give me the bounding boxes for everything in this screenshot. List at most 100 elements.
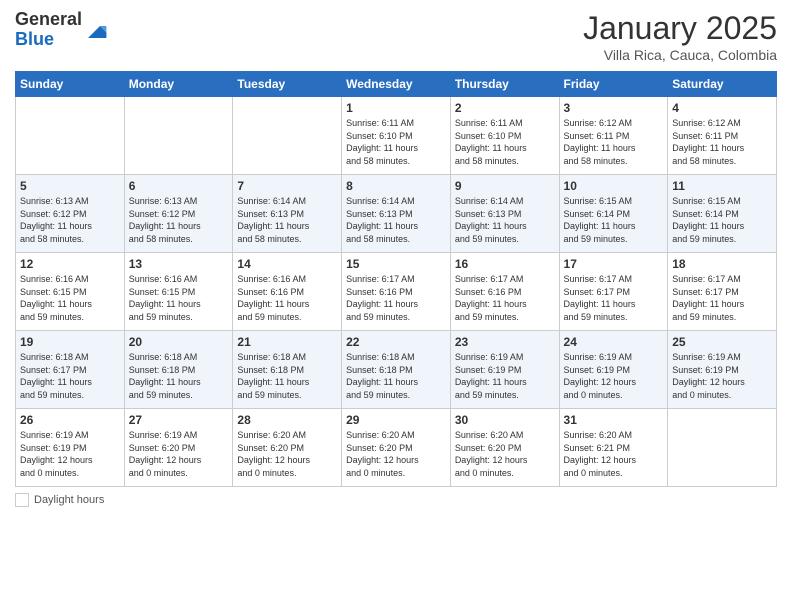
day-info: Sunrise: 6:19 AM Sunset: 6:19 PM Dayligh… xyxy=(672,351,772,401)
day-info: Sunrise: 6:14 AM Sunset: 6:13 PM Dayligh… xyxy=(346,195,446,245)
day-cell: 15Sunrise: 6:17 AM Sunset: 6:16 PM Dayli… xyxy=(342,253,451,331)
day-cell: 30 Sunrise: 6:20 AM Sunset: 6:20 PM Dayli… xyxy=(450,409,559,487)
footer: Daylight hours xyxy=(15,493,777,507)
calendar-table: SundayMondayTuesdayWednesdayThursdayFrid… xyxy=(15,71,777,487)
header-cell-friday: Friday xyxy=(559,72,668,97)
logo: General Blue xyxy=(15,10,108,50)
day-cell: 22Sunrise: 6:18 AM Sunset: 6:18 PM Dayli… xyxy=(342,331,451,409)
day-cell: 8 Sunrise: 6:14 AM Sunset: 6:13 PM Daylig… xyxy=(342,175,451,253)
logo-blue-text: Blue xyxy=(15,29,54,49)
day-info: Sunrise: 6:11 AM Sunset: 6:10 PM Dayligh… xyxy=(346,117,446,167)
day-cell xyxy=(16,97,125,175)
week-row-2: 5 Sunrise: 6:13 AM Sunset: 6:12 PM Daylig… xyxy=(16,175,777,253)
day-cell: 13 Sunrise: 6:16 AM Sunset: 6:15 PM Dayli… xyxy=(124,253,233,331)
day-number: 31 xyxy=(564,413,664,427)
day-number: 14 xyxy=(237,257,337,271)
week-row-5: 26Sunrise: 6:19 AM Sunset: 6:19 PM Dayli… xyxy=(16,409,777,487)
day-cell xyxy=(233,97,342,175)
header-cell-monday: Monday xyxy=(124,72,233,97)
day-cell xyxy=(124,97,233,175)
day-info: Sunrise: 6:15 AM Sunset: 6:14 PM Dayligh… xyxy=(564,195,664,245)
day-info: Sunrise: 6:20 AM Sunset: 6:20 PM Dayligh… xyxy=(346,429,446,479)
day-number: 13 xyxy=(129,257,229,271)
day-cell: 31 Sunrise: 6:20 AM Sunset: 6:21 PM Dayli… xyxy=(559,409,668,487)
day-number: 19 xyxy=(20,335,120,349)
day-number: 11 xyxy=(672,179,772,193)
day-info: Sunrise: 6:15 AM Sunset: 6:14 PM Dayligh… xyxy=(672,195,772,245)
day-info: Sunrise: 6:20 AM Sunset: 6:20 PM Dayligh… xyxy=(237,429,337,479)
day-cell: 12Sunrise: 6:16 AM Sunset: 6:15 PM Dayli… xyxy=(16,253,125,331)
day-number: 20 xyxy=(129,335,229,349)
day-cell: 18Sunrise: 6:17 AM Sunset: 6:17 PM Dayli… xyxy=(668,253,777,331)
day-number: 10 xyxy=(564,179,664,193)
day-number: 2 xyxy=(455,101,555,115)
day-info: Sunrise: 6:14 AM Sunset: 6:13 PM Dayligh… xyxy=(455,195,555,245)
day-number: 6 xyxy=(129,179,229,193)
day-cell: 3 Sunrise: 6:12 AM Sunset: 6:11 PM Daylig… xyxy=(559,97,668,175)
day-cell: 1 Sunrise: 6:11 AM Sunset: 6:10 PM Daylig… xyxy=(342,97,451,175)
day-info: Sunrise: 6:16 AM Sunset: 6:15 PM Dayligh… xyxy=(129,273,229,323)
day-number: 7 xyxy=(237,179,337,193)
day-number: 24 xyxy=(564,335,664,349)
day-cell: 20 Sunrise: 6:18 AM Sunset: 6:18 PM Dayli… xyxy=(124,331,233,409)
day-info: Sunrise: 6:17 AM Sunset: 6:17 PM Dayligh… xyxy=(564,273,664,323)
daylight-box xyxy=(15,493,29,507)
day-info: Sunrise: 6:18 AM Sunset: 6:17 PM Dayligh… xyxy=(20,351,120,401)
day-info: Sunrise: 6:13 AM Sunset: 6:12 PM Dayligh… xyxy=(129,195,229,245)
day-info: Sunrise: 6:19 AM Sunset: 6:19 PM Dayligh… xyxy=(455,351,555,401)
location: Villa Rica, Cauca, Colombia xyxy=(583,47,777,63)
day-number: 28 xyxy=(237,413,337,427)
day-number: 30 xyxy=(455,413,555,427)
day-cell: 26Sunrise: 6:19 AM Sunset: 6:19 PM Dayli… xyxy=(16,409,125,487)
day-number: 5 xyxy=(20,179,120,193)
header-row: SundayMondayTuesdayWednesdayThursdayFrid… xyxy=(16,72,777,97)
day-info: Sunrise: 6:18 AM Sunset: 6:18 PM Dayligh… xyxy=(129,351,229,401)
day-number: 25 xyxy=(672,335,772,349)
day-info: Sunrise: 6:18 AM Sunset: 6:18 PM Dayligh… xyxy=(346,351,446,401)
week-row-3: 12Sunrise: 6:16 AM Sunset: 6:15 PM Dayli… xyxy=(16,253,777,331)
day-cell: 21 Sunrise: 6:18 AM Sunset: 6:18 PM Dayli… xyxy=(233,331,342,409)
day-info: Sunrise: 6:20 AM Sunset: 6:20 PM Dayligh… xyxy=(455,429,555,479)
week-row-1: 1 Sunrise: 6:11 AM Sunset: 6:10 PM Daylig… xyxy=(16,97,777,175)
day-info: Sunrise: 6:17 AM Sunset: 6:17 PM Dayligh… xyxy=(672,273,772,323)
header-cell-wednesday: Wednesday xyxy=(342,72,451,97)
day-cell: 2Sunrise: 6:11 AM Sunset: 6:10 PM Daylig… xyxy=(450,97,559,175)
header: General Blue January 2025 Villa Rica, Ca… xyxy=(15,10,777,63)
week-row-4: 19 Sunrise: 6:18 AM Sunset: 6:17 PM Dayli… xyxy=(16,331,777,409)
day-number: 21 xyxy=(237,335,337,349)
day-info: Sunrise: 6:19 AM Sunset: 6:20 PM Dayligh… xyxy=(129,429,229,479)
day-number: 16 xyxy=(455,257,555,271)
day-cell: 9Sunrise: 6:14 AM Sunset: 6:13 PM Daylig… xyxy=(450,175,559,253)
day-info: Sunrise: 6:19 AM Sunset: 6:19 PM Dayligh… xyxy=(20,429,120,479)
day-info: Sunrise: 6:16 AM Sunset: 6:15 PM Dayligh… xyxy=(20,273,120,323)
day-info: Sunrise: 6:12 AM Sunset: 6:11 PM Dayligh… xyxy=(564,117,664,167)
day-cell: 25 Sunrise: 6:19 AM Sunset: 6:19 PM Dayli… xyxy=(668,331,777,409)
day-number: 23 xyxy=(455,335,555,349)
day-info: Sunrise: 6:17 AM Sunset: 6:16 PM Dayligh… xyxy=(346,273,446,323)
day-number: 8 xyxy=(346,179,446,193)
day-cell: 4Sunrise: 6:12 AM Sunset: 6:11 PM Daylig… xyxy=(668,97,777,175)
day-info: Sunrise: 6:19 AM Sunset: 6:19 PM Dayligh… xyxy=(564,351,664,401)
logo-general-text: General xyxy=(15,9,82,29)
daylight-label: Daylight hours xyxy=(34,494,104,506)
day-info: Sunrise: 6:12 AM Sunset: 6:11 PM Dayligh… xyxy=(672,117,772,167)
day-cell: 5 Sunrise: 6:13 AM Sunset: 6:12 PM Daylig… xyxy=(16,175,125,253)
day-info: Sunrise: 6:20 AM Sunset: 6:21 PM Dayligh… xyxy=(564,429,664,479)
day-cell: 7 Sunrise: 6:14 AM Sunset: 6:13 PM Daylig… xyxy=(233,175,342,253)
day-cell: 11 Sunrise: 6:15 AM Sunset: 6:14 PM Dayli… xyxy=(668,175,777,253)
day-info: Sunrise: 6:14 AM Sunset: 6:13 PM Dayligh… xyxy=(237,195,337,245)
title-block: January 2025 Villa Rica, Cauca, Colombia xyxy=(583,10,777,63)
day-cell: 6 Sunrise: 6:13 AM Sunset: 6:12 PM Daylig… xyxy=(124,175,233,253)
day-cell: 27Sunrise: 6:19 AM Sunset: 6:20 PM Dayli… xyxy=(124,409,233,487)
day-info: Sunrise: 6:13 AM Sunset: 6:12 PM Dayligh… xyxy=(20,195,120,245)
day-cell: 29Sunrise: 6:20 AM Sunset: 6:20 PM Dayli… xyxy=(342,409,451,487)
day-number: 17 xyxy=(564,257,664,271)
day-info: Sunrise: 6:18 AM Sunset: 6:18 PM Dayligh… xyxy=(237,351,337,401)
day-cell: 17 Sunrise: 6:17 AM Sunset: 6:17 PM Dayli… xyxy=(559,253,668,331)
day-number: 3 xyxy=(564,101,664,115)
day-number: 1 xyxy=(346,101,446,115)
month-title: January 2025 xyxy=(583,10,777,47)
day-cell: 19 Sunrise: 6:18 AM Sunset: 6:17 PM Dayli… xyxy=(16,331,125,409)
day-cell xyxy=(668,409,777,487)
day-cell: 10 Sunrise: 6:15 AM Sunset: 6:14 PM Dayli… xyxy=(559,175,668,253)
